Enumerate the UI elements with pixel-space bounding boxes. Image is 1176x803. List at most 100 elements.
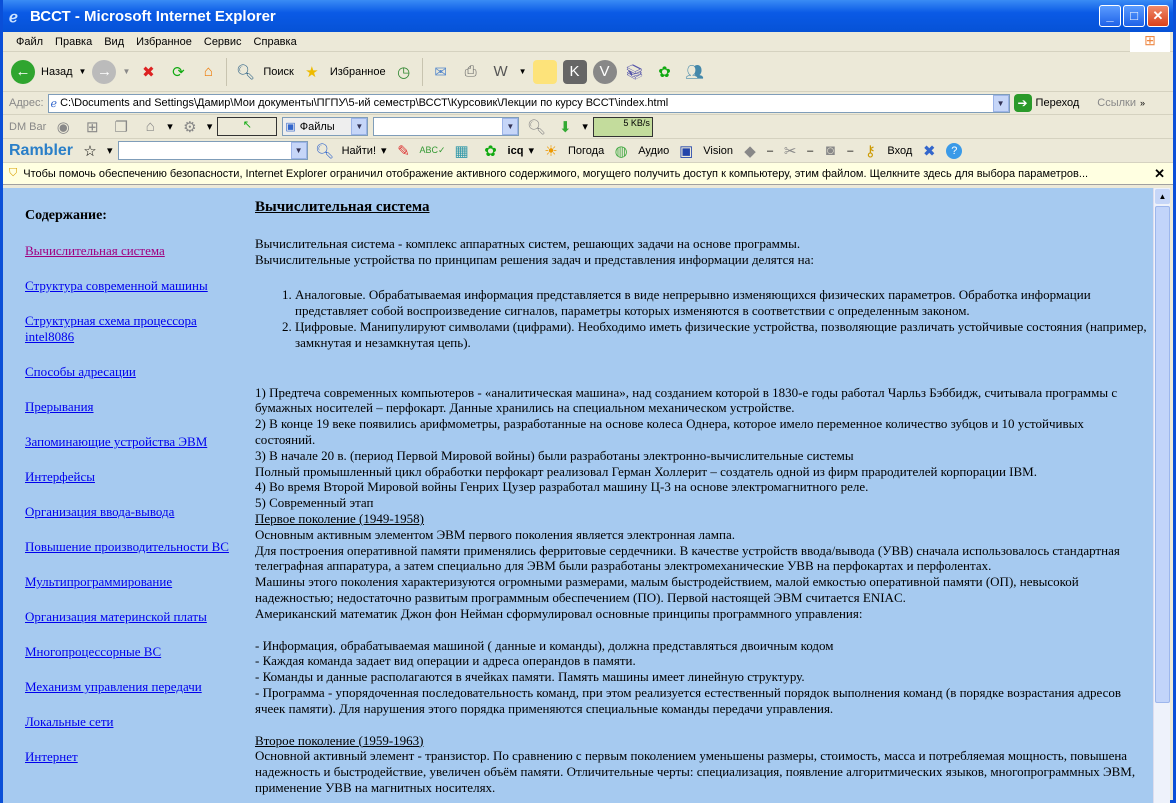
audio-icon[interactable]: ◍ [609, 139, 633, 163]
history-icon[interactable]: ◷ [392, 60, 416, 84]
menu-file[interactable]: Файл [13, 36, 52, 48]
close-infobar-icon[interactable]: ✕ [1154, 166, 1165, 182]
bookmark-star-icon[interactable]: ☆ [78, 139, 102, 163]
files-dropdown[interactable]: ▣ Файлы ▼ [282, 117, 369, 136]
dm-windows-icon[interactable]: ❐ [109, 115, 133, 139]
nav-link[interactable]: Мультипрограммирование [25, 574, 235, 590]
tools-icon[interactable]: ✖ [917, 139, 941, 163]
camera-icon[interactable]: ◙ [818, 139, 842, 163]
nav-link[interactable]: Локальные сети [25, 714, 235, 730]
go-button[interactable]: Переход [1036, 97, 1080, 109]
dm-add-icon[interactable]: ⊞ [80, 115, 104, 139]
nav-link[interactable]: Механизм управления передачи [25, 679, 235, 695]
spellcheck-icon[interactable]: ABC✓ [420, 139, 446, 163]
nav-link[interactable]: Структурная схема процессора intel8086 [25, 313, 235, 345]
favorites-star-icon[interactable]: ★ [300, 60, 324, 84]
nav-link[interactable]: Запоминающие устройства ЭВМ [25, 434, 235, 450]
help-icon[interactable]: ? [946, 142, 963, 159]
dm-search-icon[interactable]: 🔍︎ [524, 115, 548, 139]
v-icon[interactable]: V [592, 59, 617, 84]
cubes-icon[interactable]: ▦ [450, 139, 474, 163]
highlight-icon[interactable]: ✎ [392, 139, 416, 163]
address-dropdown-icon[interactable]: ▼ [992, 94, 1009, 112]
k-icon[interactable]: K [562, 59, 587, 84]
principle: - Информация, обрабатываемая машиной ( д… [255, 637, 834, 653]
dm-v-icon[interactable]: ◉ [51, 115, 75, 139]
menu-view[interactable]: Вид [101, 36, 133, 48]
messenger-icon[interactable]: 👥︎ [683, 60, 707, 84]
close-button[interactable]: ✕ [1147, 5, 1169, 27]
print-icon[interactable]: ⎙ [459, 60, 483, 84]
nav-link[interactable]: Организация материнской платы [25, 609, 235, 625]
nav-link[interactable]: Способы адресации [25, 364, 235, 380]
menu-bar: Файл Правка Вид Избранное Сервис Справка… [3, 32, 1173, 52]
links-button[interactable]: Ссылки [1097, 97, 1136, 109]
icq-icon[interactable]: ✿ [653, 60, 677, 84]
principle: - Каждая команда задает вид операции и а… [255, 653, 636, 669]
find-icon[interactable]: 🔍︎ [313, 139, 337, 163]
vertical-scrollbar[interactable]: ▲ [1153, 188, 1170, 803]
note-icon[interactable] [532, 59, 557, 84]
paragraph: Вычислительные устройства по принципам р… [255, 251, 814, 267]
edit-word-icon[interactable]: W [489, 60, 513, 84]
paragraph: Американский математик Джон фон Нейман с… [255, 605, 863, 621]
nav-link[interactable]: Прерывания [25, 399, 235, 415]
rambler-logo[interactable]: Rambler [9, 142, 73, 160]
home-icon[interactable]: ⌂ [196, 60, 220, 84]
speed-meter: 5 KB/s [592, 116, 653, 137]
nav-link[interactable]: Многопроцессорные ВС [25, 644, 235, 660]
dm-search-input[interactable]: ▼ [373, 117, 520, 136]
nav-link[interactable]: Структура современной машины [25, 278, 235, 294]
research-icon[interactable]: 📚︎ [623, 60, 647, 84]
minimize-button[interactable]: _ [1099, 5, 1121, 27]
nav-link[interactable]: Вычислительная система [25, 243, 235, 259]
vision-icon[interactable]: ▣ [674, 139, 698, 163]
menu-favorites[interactable]: Избранное [133, 36, 201, 48]
weather-button[interactable]: Погода [568, 145, 604, 157]
vision-button[interactable]: Vision [703, 145, 733, 157]
find-button[interactable]: Найти! [342, 145, 376, 157]
dm-bar-label: DM Bar [9, 120, 47, 133]
audio-button[interactable]: Аудио [638, 145, 669, 157]
forward-icon[interactable]: → [92, 59, 117, 84]
back-button[interactable]: Назад [41, 66, 73, 78]
dm-home-icon[interactable]: ⌂ [138, 115, 162, 139]
nav-link[interactable]: Интернет [25, 749, 235, 765]
key-icon[interactable]: ⚷ [858, 139, 882, 163]
nav-link[interactable]: Организация ввода-вывода [25, 504, 235, 520]
icq-button[interactable]: icq [508, 145, 524, 157]
menu-tools[interactable]: Сервис [201, 36, 251, 48]
go-arrow-icon[interactable]: ➔ [1013, 94, 1032, 112]
icq-flower-icon[interactable]: ✿ [479, 139, 503, 163]
tag-icon[interactable]: ◆ [738, 139, 762, 163]
clip-icon[interactable]: ✂ [778, 139, 802, 163]
maximize-button[interactable]: □ [1123, 5, 1145, 27]
list-item: Аналоговые. Обрабатываемая информация пр… [295, 287, 1147, 319]
scroll-up-icon[interactable]: ▲ [1155, 189, 1170, 204]
security-info-bar[interactable]: ⛉ Чтобы помочь обеспечению безопасности,… [3, 163, 1173, 185]
dm-settings-icon[interactable]: ⚙ [178, 115, 202, 139]
back-icon[interactable]: ← [11, 59, 35, 84]
dm-cursor-icon[interactable]: ↖ [217, 117, 278, 136]
menu-edit[interactable]: Правка [52, 36, 101, 48]
scrollbar-thumb[interactable] [1155, 206, 1170, 703]
search-button[interactable]: Поиск [263, 66, 293, 78]
article-title: Вычислительная система [255, 199, 430, 215]
paragraph: 3) В начале 20 в. (период Первой Мировой… [255, 447, 854, 463]
stop-icon[interactable]: ✖ [136, 60, 160, 84]
menu-help[interactable]: Справка [251, 36, 306, 48]
table-of-contents: Содержание: Вычислительная система Струк… [25, 208, 235, 784]
rambler-search-input[interactable]: ▼ [117, 141, 308, 160]
download-icon[interactable]: ⬇ [553, 115, 577, 139]
refresh-icon[interactable]: ⟳ [166, 60, 190, 84]
login-button[interactable]: Вход [887, 145, 912, 157]
nav-link[interactable]: Интерфейсы [25, 469, 235, 485]
favorites-button[interactable]: Избранное [330, 66, 386, 78]
mail-icon[interactable]: ✉ [429, 60, 453, 84]
paragraph: Основной активный элемент - транзистор. … [255, 748, 1136, 795]
address-input[interactable]: ℯ C:\Documents and Settings\Дамир\Мои до… [47, 93, 1010, 113]
search-icon[interactable]: 🔍︎ [233, 60, 257, 84]
nav-link[interactable]: Повышение производительности ВС [25, 539, 235, 555]
paragraph: 2) В конце 19 веке появились арифмометры… [255, 416, 1084, 447]
weather-icon[interactable]: ☀ [539, 139, 563, 163]
